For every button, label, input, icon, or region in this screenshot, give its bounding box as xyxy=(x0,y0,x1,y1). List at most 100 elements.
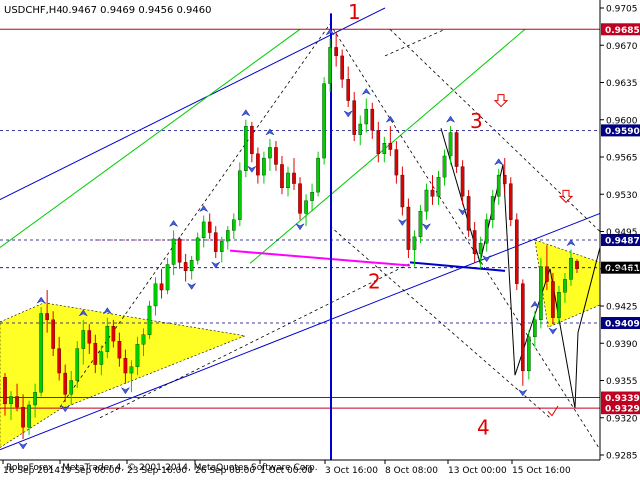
candle-body xyxy=(183,262,188,272)
candle-body xyxy=(352,100,357,135)
candle-body xyxy=(99,351,104,365)
level-price-label: 0.9409 xyxy=(605,320,640,330)
level-price-label: 0.9487 xyxy=(605,237,640,247)
candle-body xyxy=(213,232,218,252)
candle-body xyxy=(382,143,387,154)
candle-body xyxy=(33,392,37,406)
candle-body xyxy=(496,174,501,197)
candle-body xyxy=(171,238,176,265)
candle-body xyxy=(569,257,573,280)
candle-body xyxy=(219,240,224,252)
level-price-label: 0.9590 xyxy=(605,127,640,137)
y-tick-label: 0.9635 xyxy=(606,79,638,89)
candle-body xyxy=(508,183,513,220)
y-tick-label: 0.9285 xyxy=(606,452,638,462)
wave-number-label: 4 xyxy=(477,415,490,439)
candle-body xyxy=(334,47,338,57)
candle-body xyxy=(123,357,128,374)
candle-body xyxy=(551,281,555,318)
candle-body xyxy=(135,344,140,367)
candle-body xyxy=(15,396,19,408)
chart-header-symbol: USDCHF,H4 xyxy=(4,5,63,16)
candle-body xyxy=(105,326,110,352)
candle-body xyxy=(292,172,296,184)
candle-body xyxy=(177,238,182,263)
candle-body xyxy=(442,155,447,178)
x-tick-label: 13 Oct 00:00 xyxy=(448,466,507,476)
candle-body xyxy=(207,221,212,233)
candle-body xyxy=(69,380,74,395)
candle-body xyxy=(539,266,543,320)
candle-body xyxy=(262,157,266,176)
candle-body xyxy=(9,396,13,405)
candle-body xyxy=(244,125,248,171)
candle-body xyxy=(147,305,152,335)
candle-body xyxy=(298,183,302,214)
candle-body xyxy=(514,219,519,284)
candle-body xyxy=(424,189,429,212)
y-tick-label: 0.9390 xyxy=(606,340,638,350)
candle-body xyxy=(575,261,579,269)
candle-body xyxy=(376,130,381,154)
candle-body xyxy=(81,330,86,349)
y-tick-label: 0.9600 xyxy=(606,116,638,126)
candle-body xyxy=(153,283,158,307)
candle-body xyxy=(274,147,278,165)
y-tick-label: 0.9495 xyxy=(606,228,638,238)
candle-body xyxy=(418,211,423,237)
candle-body xyxy=(27,404,31,428)
chart-header-ohlc: 0.9467 0.9469 0.9456 0.9460 xyxy=(62,5,212,16)
candle-body xyxy=(93,343,98,365)
candle-body xyxy=(250,125,254,154)
candle-body xyxy=(225,230,230,242)
candle-body xyxy=(316,157,320,193)
candle-body xyxy=(563,279,567,293)
candle-body xyxy=(63,372,68,395)
candle-body xyxy=(87,330,92,344)
x-tick-label: 8 Oct 08:00 xyxy=(385,466,438,476)
candle-body xyxy=(370,108,375,131)
y-tick-label: 0.9425 xyxy=(606,303,638,313)
candle-body xyxy=(117,340,122,359)
x-tick-label: 3 Oct 16:00 xyxy=(325,466,378,476)
candle-body xyxy=(478,243,483,254)
candle-body xyxy=(45,313,49,320)
candle-body xyxy=(310,191,314,201)
candle-body xyxy=(322,83,326,159)
candle-body xyxy=(268,147,272,159)
candle-body xyxy=(165,264,170,291)
candle-body xyxy=(328,47,332,84)
candle-body xyxy=(201,221,206,239)
candle-body xyxy=(460,166,465,197)
candle-body xyxy=(304,200,308,214)
candle-body xyxy=(364,108,369,125)
candle-body xyxy=(256,153,260,176)
candle-body xyxy=(3,377,7,405)
candle-body xyxy=(129,366,134,374)
candle-body xyxy=(472,230,477,255)
candle-body xyxy=(111,326,116,342)
candle-body xyxy=(21,406,25,428)
candle-body xyxy=(466,196,471,231)
x-tick-label: 15 Oct 16:00 xyxy=(512,466,571,476)
y-tick-label: 0.9705 xyxy=(606,5,638,15)
candle-body xyxy=(394,149,399,176)
candle-body xyxy=(358,123,363,135)
wave-number-label: 2 xyxy=(368,269,381,293)
candle-body xyxy=(545,266,549,282)
candle-body xyxy=(436,177,441,197)
copyright-text: RoboForex - MetaTrader 4, © 2001-2014, M… xyxy=(6,463,318,473)
candle-body xyxy=(189,260,194,272)
candle-body xyxy=(388,143,393,150)
candle-body xyxy=(533,319,537,338)
candle-body xyxy=(340,55,344,80)
candle-body xyxy=(57,348,61,374)
candle-body xyxy=(238,170,242,220)
candle-body xyxy=(75,348,80,381)
candle-body xyxy=(502,174,507,184)
price-chart[interactable]: 0.9685 0.9590 0.9487 0.9461 0.9409 0.9339 0.93… xyxy=(0,0,640,480)
candle-body xyxy=(286,172,290,189)
wave-number-label: 1 xyxy=(348,0,361,24)
candle-body xyxy=(430,189,435,197)
candle-body xyxy=(484,219,489,244)
